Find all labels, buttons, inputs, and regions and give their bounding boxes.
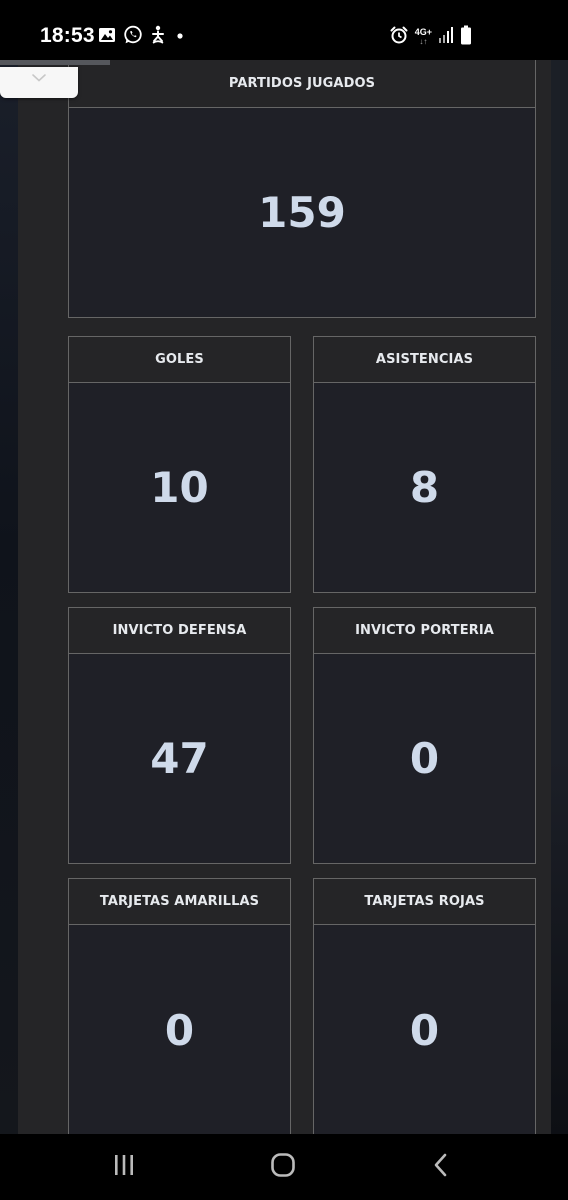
stat-label: ASISTENCIAS bbox=[314, 337, 535, 383]
stat-value: 10 bbox=[150, 463, 209, 512]
stat-label: GOLES bbox=[69, 337, 290, 383]
network-arrows: ↓↑ bbox=[419, 37, 428, 46]
stat-label: INVICTO DEFENSA bbox=[69, 608, 290, 654]
status-time: 18:53 bbox=[40, 24, 95, 47]
alarm-icon bbox=[389, 25, 409, 49]
stat-label: INVICTO PORTERIA bbox=[314, 608, 535, 654]
signal-icon bbox=[438, 26, 454, 48]
stat-card-tarjetas-rojas: TARJETAS ROJAS 0 bbox=[313, 878, 536, 1134]
stat-card-tarjetas-amarillas: TARJETAS AMARILLAS 0 bbox=[68, 878, 291, 1134]
notification-dot-icon bbox=[173, 28, 187, 47]
background-strip-right bbox=[551, 60, 568, 1134]
stats-page: PARTIDOS JUGADOS 159 GOLES 10 ASISTENCIA… bbox=[0, 60, 568, 1134]
stat-value: 0 bbox=[409, 1005, 440, 1055]
stat-label: TARJETAS ROJAS bbox=[314, 879, 535, 925]
stat-label: PARTIDOS JUGADOS bbox=[69, 60, 535, 108]
battery-icon bbox=[460, 25, 472, 49]
navigation-bar bbox=[0, 1134, 568, 1200]
scroll-indicator bbox=[0, 60, 110, 65]
stat-value: 0 bbox=[409, 734, 440, 783]
back-icon bbox=[429, 1152, 455, 1182]
stat-value: 8 bbox=[409, 463, 440, 512]
accessibility-icon bbox=[150, 25, 166, 49]
stats-panel: PARTIDOS JUGADOS 159 GOLES 10 ASISTENCIA… bbox=[18, 60, 551, 1134]
home-button[interactable] bbox=[263, 1152, 303, 1182]
gallery-icon bbox=[98, 27, 116, 47]
recent-apps-button[interactable] bbox=[104, 1152, 144, 1182]
network-type: 4G+ bbox=[414, 27, 432, 37]
stat-label: TARJETAS AMARILLAS bbox=[69, 879, 290, 925]
stat-card-partidos-jugados: PARTIDOS JUGADOS 159 bbox=[68, 60, 536, 318]
chevron-down-icon bbox=[30, 69, 48, 88]
status-icons-left bbox=[98, 25, 187, 49]
home-icon bbox=[269, 1151, 297, 1183]
stat-card-goles: GOLES 10 bbox=[68, 336, 291, 593]
stat-card-invicto-defensa: INVICTO DEFENSA 47 bbox=[68, 607, 291, 864]
recent-apps-icon bbox=[111, 1152, 137, 1182]
back-button[interactable] bbox=[422, 1152, 462, 1182]
whatsapp-icon bbox=[123, 25, 143, 49]
stat-card-invicto-porteria: INVICTO PORTERIA 0 bbox=[313, 607, 536, 864]
status-bar: 18:53 4G+ ↓↑ bbox=[0, 0, 568, 60]
network-indicator: 4G+ ↓↑ bbox=[414, 27, 432, 47]
stat-value: 0 bbox=[164, 1005, 195, 1055]
status-icons-right: 4G+ ↓↑ bbox=[389, 25, 472, 49]
background-strip-left bbox=[0, 60, 18, 1134]
stat-value: 159 bbox=[258, 187, 346, 237]
collapse-toggle-button[interactable] bbox=[0, 67, 78, 98]
stat-card-asistencias: ASISTENCIAS 8 bbox=[313, 336, 536, 593]
phone-screen: 18:53 4G+ ↓↑ PARTIDOS JUGADOS 159 GOLES … bbox=[0, 0, 568, 1200]
stat-value: 47 bbox=[150, 734, 209, 783]
